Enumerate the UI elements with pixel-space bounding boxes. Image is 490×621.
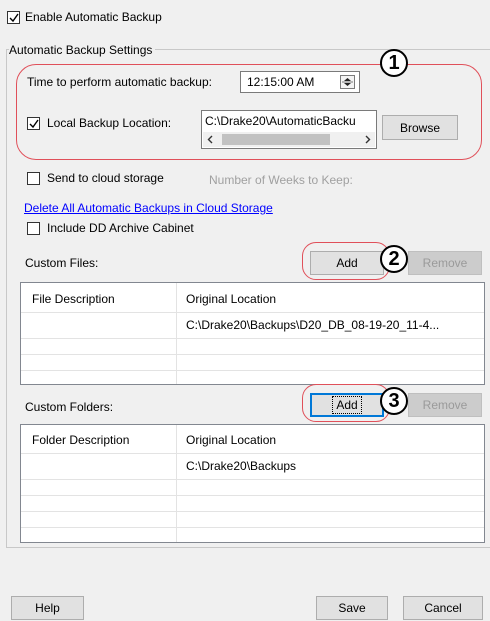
- callout-1-outline: [16, 64, 482, 160]
- callout-2-outline: [302, 242, 390, 280]
- grid-cell[interactable]: C:\Drake20\Backups\D20_DB_08-19-20_11-4.…: [186, 318, 476, 332]
- cancel-button[interactable]: Cancel: [403, 596, 483, 620]
- remove-folder-button[interactable]: Remove: [408, 393, 482, 417]
- column-header[interactable]: Original Location: [186, 292, 276, 306]
- cloud-storage-label: Send to cloud storage: [47, 171, 164, 185]
- include-dd-label: Include DD Archive Cabinet: [47, 221, 194, 235]
- cloud-storage-checkbox[interactable]: [27, 172, 40, 185]
- callout-badge-2: 2: [380, 245, 408, 273]
- callout-3-outline: [302, 384, 390, 422]
- custom-files-grid[interactable]: File Description Original Location C:\Dr…: [20, 282, 485, 385]
- weeks-to-keep-label: Number of Weeks to Keep:: [209, 173, 353, 187]
- grid-cell[interactable]: C:\Drake20\Backups: [186, 459, 476, 473]
- save-button[interactable]: Save: [316, 596, 388, 620]
- callout-badge-3: 3: [380, 387, 408, 415]
- remove-folder-button-label: Remove: [422, 398, 468, 412]
- column-header[interactable]: File Description: [32, 292, 115, 306]
- custom-files-label: Custom Files:: [25, 256, 99, 270]
- settings-group-title: Automatic Backup Settings: [9, 43, 156, 57]
- enable-backup-label: Enable Automatic Backup: [25, 10, 162, 24]
- save-button-label: Save: [338, 601, 366, 615]
- help-button-label: Help: [35, 601, 60, 615]
- check-icon: [9, 13, 19, 22]
- delete-cloud-backups-link[interactable]: Delete All Automatic Backups in Cloud St…: [24, 201, 273, 215]
- enable-backup-checkbox[interactable]: [7, 11, 20, 24]
- column-header[interactable]: Original Location: [186, 433, 276, 447]
- column-header[interactable]: Folder Description: [32, 433, 129, 447]
- remove-file-button[interactable]: Remove: [408, 251, 482, 275]
- help-button[interactable]: Help: [11, 596, 84, 620]
- remove-file-button-label: Remove: [422, 256, 468, 270]
- callout-badge-1: 1: [380, 49, 408, 77]
- custom-folders-label: Custom Folders:: [25, 400, 114, 414]
- cancel-button-label: Cancel: [424, 601, 462, 615]
- custom-folders-grid[interactable]: Folder Description Original Location C:\…: [20, 424, 485, 543]
- include-dd-checkbox[interactable]: [27, 222, 40, 235]
